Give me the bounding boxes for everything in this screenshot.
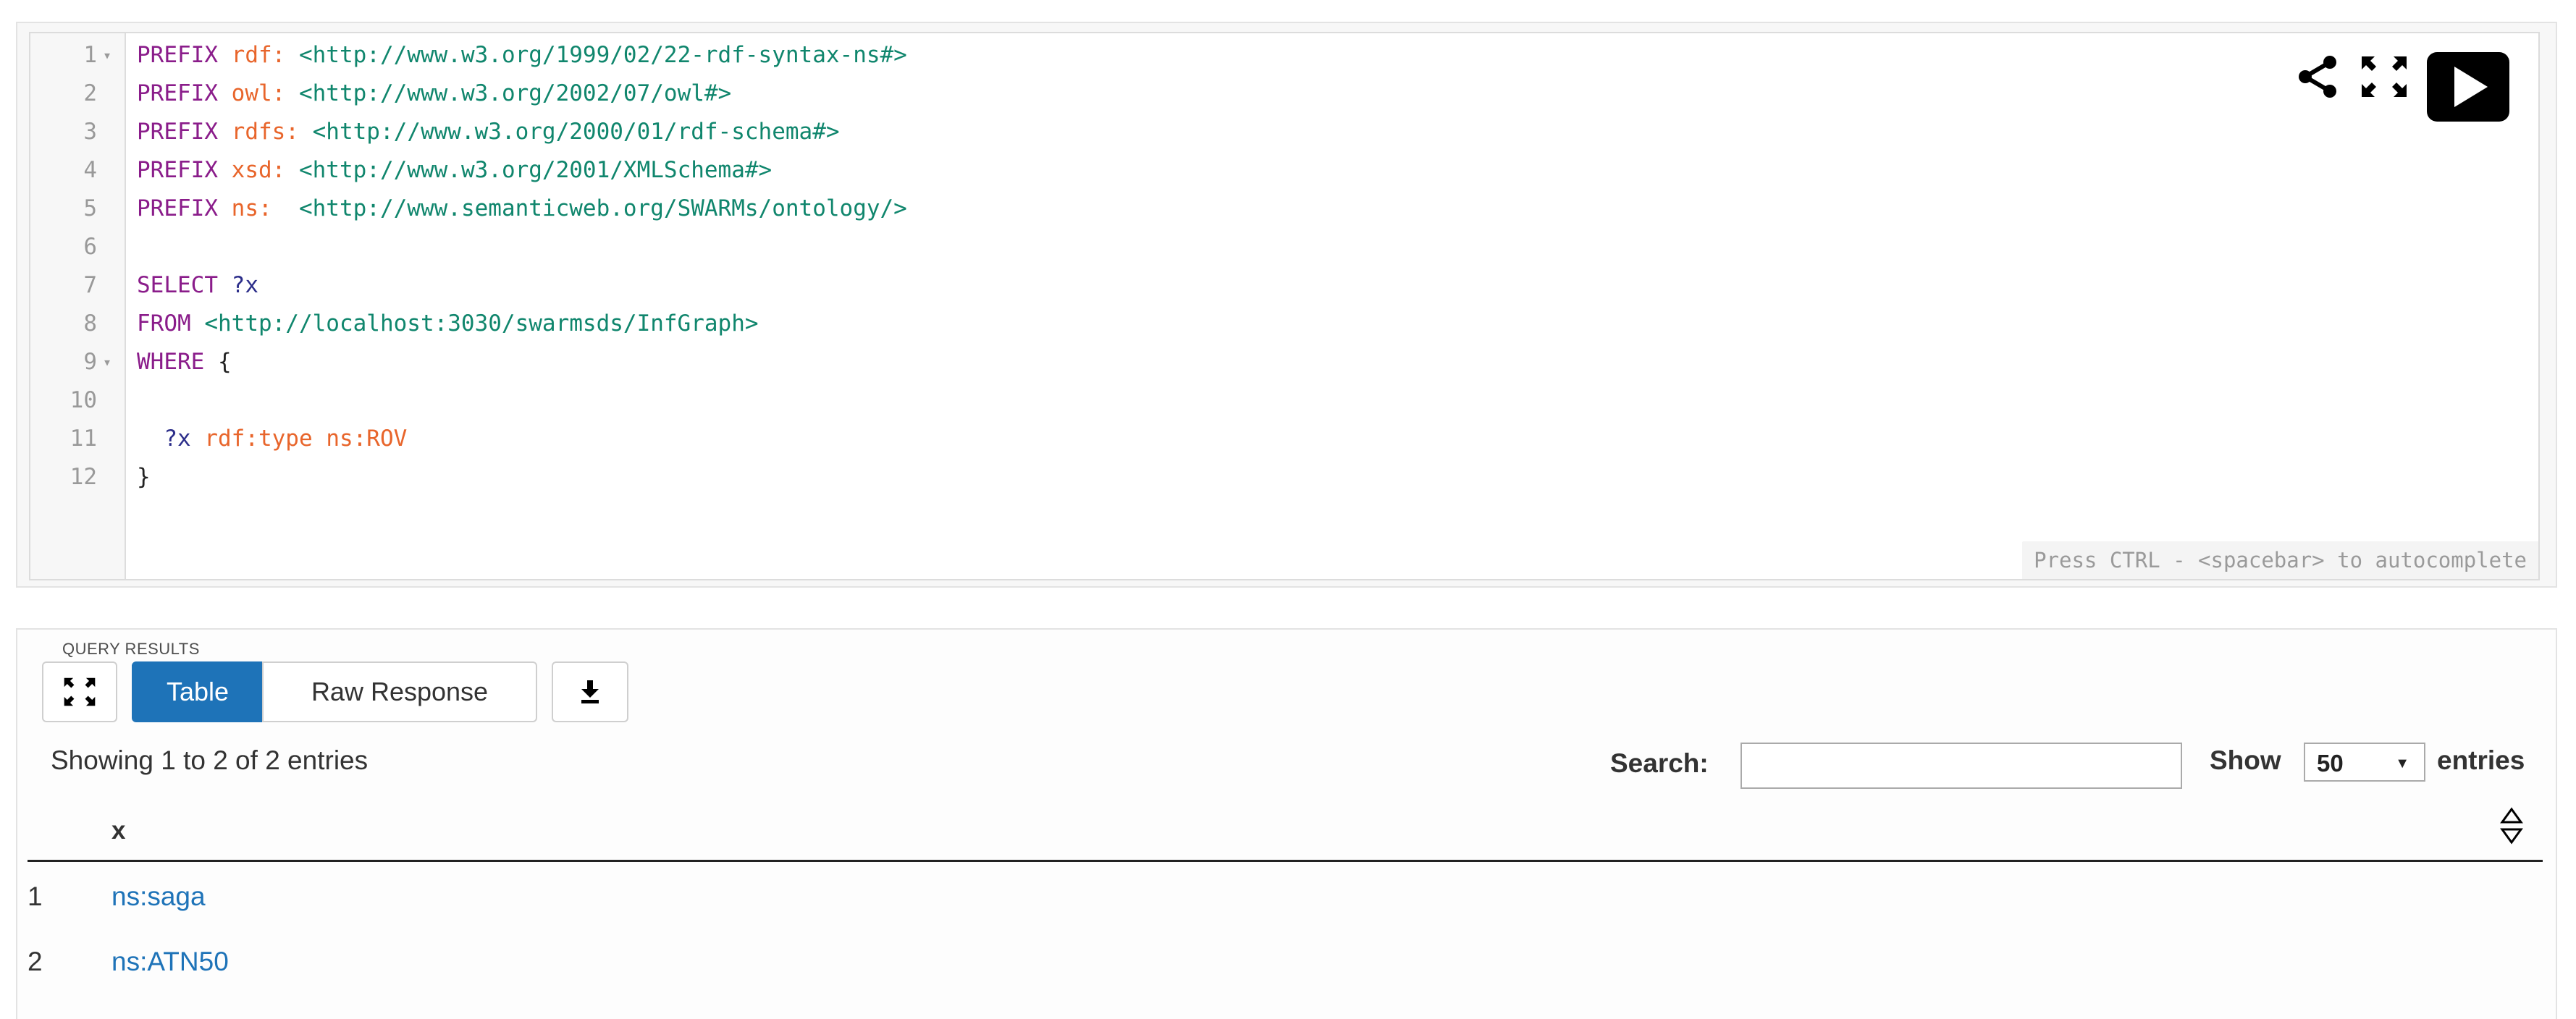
- search-label: Search:: [1610, 748, 1709, 778]
- line-number: 2: [83, 80, 97, 106]
- download-results-button[interactable]: [552, 661, 628, 722]
- expand-icon: [64, 677, 96, 706]
- code-text: PREFIX rdfs: <http://www.w3.org/2000/01/…: [137, 113, 840, 151]
- fold-toggle-icon[interactable]: ▾: [103, 343, 117, 381]
- code-line[interactable]: 6: [30, 228, 2492, 266]
- code-text: PREFIX rdf: <http://www.w3.org/1999/02/2…: [137, 36, 907, 75]
- play-icon: [2454, 67, 2488, 107]
- code-line[interactable]: 9 ▾ WHERE {: [30, 343, 2492, 381]
- code-token: PREFIX: [137, 42, 232, 68]
- code-line[interactable]: 4 PREFIX xsd: <http://www.w3.org/2001/XML…: [30, 151, 2492, 190]
- line-number: 12: [70, 464, 97, 490]
- line-number: 10: [70, 387, 97, 413]
- query-editor[interactable]: 1 ▾ PREFIX rdf: <http://www.w3.org/1999/02…: [29, 32, 2540, 580]
- line-number: 4: [83, 157, 97, 183]
- code-token: WHERE: [137, 349, 218, 375]
- code-line[interactable]: 10: [30, 381, 2492, 420]
- code-token: PREFIX: [137, 157, 232, 183]
- code-token: <http://www.w3.org/2000/01/rdf-schema#>: [312, 119, 840, 145]
- line-number: 6: [83, 234, 97, 260]
- code-token: SELECT: [137, 272, 232, 298]
- page-size-value: 50: [2317, 750, 2344, 777]
- page-size-select[interactable]: 50 ▼: [2304, 743, 2425, 782]
- code-text: PREFIX owl: <http://www.w3.org/2002/07/o…: [137, 75, 731, 113]
- code-token: rdf:: [231, 42, 299, 68]
- line-number: 11: [70, 426, 97, 452]
- code-line[interactable]: 2 PREFIX owl: <http://www.w3.org/2002/07/…: [30, 75, 2492, 113]
- code-token: FROM: [137, 310, 205, 337]
- row-index: 1: [28, 881, 43, 911]
- tab-table[interactable]: Table: [132, 661, 264, 722]
- run-query-button[interactable]: [2427, 52, 2509, 122]
- code-token: rdfs:: [231, 119, 313, 145]
- code-text: }: [137, 458, 151, 496]
- results-info: Showing 1 to 2 of 2 entries: [51, 745, 369, 775]
- share-icon[interactable]: [2295, 54, 2341, 100]
- code-token: <http://www.w3.org/1999/02/22-rdf-syntax…: [298, 42, 907, 68]
- code-token: PREFIX: [137, 80, 232, 106]
- code-token: }: [137, 464, 151, 490]
- line-number: 8: [83, 310, 97, 337]
- code-text: PREFIX xsd: <http://www.w3.org/2001/XMLS…: [137, 151, 772, 190]
- result-link[interactable]: ns:saga: [111, 881, 206, 912]
- row-index: 2: [28, 947, 43, 976]
- code-token: owl:: [231, 80, 299, 106]
- autocomplete-hint: Press CTRL - <spacebar> to autocomplete: [2022, 541, 2538, 579]
- code-token: <http://www.w3.org/2001/XMLSchema#>: [298, 157, 773, 183]
- sort-icon[interactable]: [2499, 806, 2524, 845]
- code-text: WHERE {: [137, 343, 232, 381]
- line-number: 1: [83, 42, 97, 68]
- code-token: <http://www.semanticweb.org/SWARMs/ontol…: [298, 195, 907, 221]
- code-token: PREFIX: [137, 119, 232, 145]
- code-token: PREFIX: [137, 195, 232, 221]
- code-token: <http://www.w3.org/2002/07/owl#>: [298, 80, 732, 106]
- chevron-down-icon: ▼: [2395, 756, 2409, 771]
- code-token: ns:: [231, 195, 299, 221]
- code-token: rdf:type: [204, 426, 327, 452]
- code-line[interactable]: 5 PREFIX ns: <http://www.semanticweb.org/…: [30, 190, 2492, 228]
- result-link[interactable]: ns:ATN50: [111, 947, 229, 977]
- code-text: SELECT ?x: [137, 266, 258, 305]
- line-number: 5: [83, 195, 97, 221]
- code-text: FROM <http://localhost:3030/swarmsds/Inf…: [137, 305, 759, 343]
- search-input[interactable]: [1741, 743, 2182, 789]
- code-line[interactable]: 8 FROM <http://localhost:3030/swarmsds/In…: [30, 305, 2492, 343]
- tab-raw-response[interactable]: Raw Response: [262, 661, 537, 722]
- show-label: Show: [2210, 745, 2281, 775]
- code-text: ?x rdf:type ns:ROV: [137, 420, 407, 458]
- code-token: ?x: [231, 272, 258, 298]
- fullscreen-icon[interactable]: [2359, 54, 2409, 100]
- code-token: ns:ROV: [326, 426, 408, 452]
- code-token: xsd:: [231, 157, 299, 183]
- results-section-title: QUERY RESULTS: [62, 640, 200, 658]
- line-number: 7: [83, 272, 97, 298]
- download-icon: [581, 680, 599, 703]
- entries-label: entries: [2437, 745, 2525, 775]
- expand-results-button[interactable]: [42, 661, 117, 722]
- fold-toggle-icon[interactable]: ▾: [103, 36, 117, 75]
- code-token: ?x: [164, 426, 205, 452]
- line-number: 9: [83, 349, 97, 375]
- column-header-x[interactable]: x: [111, 816, 125, 845]
- line-number: 3: [83, 119, 97, 145]
- code-line[interactable]: 11 ?x rdf:type ns:ROV: [30, 420, 2492, 458]
- code-token: {: [217, 349, 232, 375]
- code-line[interactable]: 7 SELECT ?x: [30, 266, 2492, 305]
- code-line[interactable]: 1 ▾ PREFIX rdf: <http://www.w3.org/1999/02…: [30, 36, 2492, 75]
- code-line[interactable]: 12}: [30, 458, 2492, 496]
- table-header-divider: [28, 860, 2543, 862]
- code-text: PREFIX ns: <http://www.semanticweb.org/S…: [137, 190, 907, 228]
- code-line[interactable]: 3 PREFIX rdfs: <http://www.w3.org/2000/01…: [30, 113, 2492, 151]
- code-token: <http://localhost:3030/swarmsds/InfGraph…: [204, 310, 759, 337]
